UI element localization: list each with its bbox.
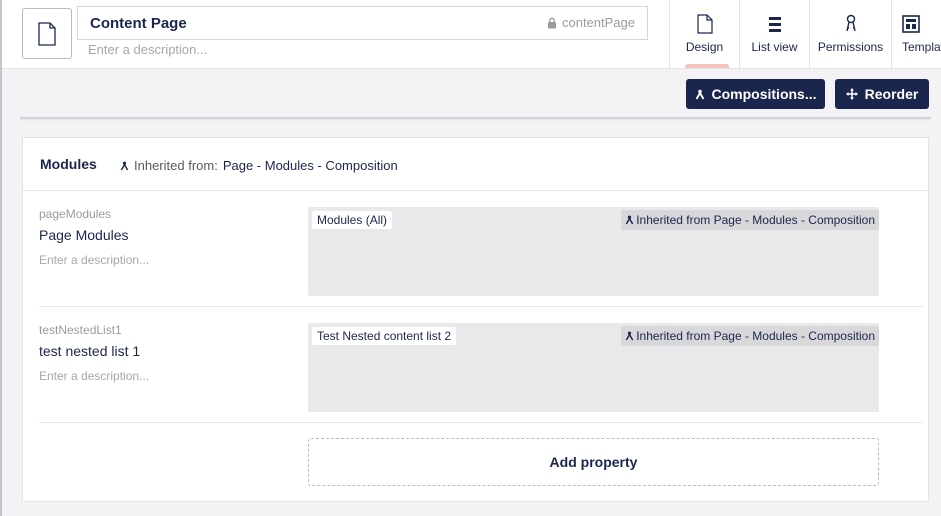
tab-list-view-label: List view: [751, 40, 798, 54]
add-property-button[interactable]: Add property: [308, 438, 879, 486]
editor-name-tag: Modules (All): [312, 211, 393, 229]
composition-icon: [695, 89, 704, 99]
editor-name-tag: Test Nested content list 2: [312, 327, 457, 345]
inherited-badge-text: Inherited from Page - Modules - Composit…: [636, 329, 875, 343]
group-inherited-from: Inherited from: Page - Modules - Composi…: [120, 158, 398, 173]
reorder-button[interactable]: Reorder: [835, 79, 929, 109]
document-icon: [696, 13, 713, 35]
inherited-badge: Inherited from Page - Modules - Composit…: [621, 326, 879, 346]
document-type-icon-picker[interactable]: [22, 8, 72, 59]
property-row: pageModules Page Modules Enter a descrip…: [39, 191, 923, 307]
property-group: Modules Inherited from: Page - Modules -…: [22, 137, 929, 502]
inherited-badge-text: Inherited from Page - Modules - Composit…: [636, 213, 875, 227]
composition-icon: [120, 161, 129, 170]
move-icon: [845, 88, 858, 100]
compositions-button[interactable]: Compositions...: [686, 79, 825, 109]
reorder-button-label: Reorder: [864, 86, 919, 102]
composition-icon: [625, 215, 634, 225]
composition-icon: [625, 331, 634, 341]
property-description-input[interactable]: Enter a description...: [39, 369, 149, 383]
document-type-name-input[interactable]: Content Page contentPage: [77, 6, 648, 40]
toolbar-divider: [20, 117, 931, 121]
property-description-input[interactable]: Enter a description...: [39, 253, 149, 267]
property-editor-preview[interactable]: Modules (All) Inherited from Page - Modu…: [308, 207, 879, 296]
property-editor-preview[interactable]: Test Nested content list 2 Inherited fro…: [308, 323, 879, 412]
document-icon: [38, 21, 56, 46]
inherited-label: Inherited from:: [134, 158, 218, 173]
property-name: test nested list 1: [39, 343, 141, 359]
lock-icon[interactable]: [547, 17, 557, 29]
tab-permissions[interactable]: Permissions: [809, 0, 891, 68]
tab-templates-label: Templat: [902, 40, 941, 54]
document-type-name: Content Page: [90, 15, 187, 32]
alias-field[interactable]: contentPage: [547, 15, 635, 30]
tab-design-label: Design: [685, 40, 724, 54]
group-header: Modules Inherited from: Page - Modules -…: [23, 138, 928, 191]
group-name: Modules: [40, 156, 97, 172]
document-type-description-input[interactable]: Enter a description...: [88, 42, 207, 57]
list-icon: [768, 13, 782, 35]
template-icon: [902, 13, 920, 35]
tab-design[interactable]: Design: [669, 0, 739, 68]
property-alias: pageModules: [39, 207, 112, 221]
property-row: testNestedList1 test nested list 1 Enter…: [39, 307, 923, 423]
tab-list-view[interactable]: List view: [739, 0, 809, 68]
alias-text: contentPage: [561, 15, 635, 30]
keys-icon: [843, 13, 859, 35]
property-alias: testNestedList1: [39, 323, 122, 337]
property-name: Page Modules: [39, 227, 129, 243]
compositions-button-label: Compositions...: [711, 86, 817, 102]
inherited-badge: Inherited from Page - Modules - Composit…: [621, 210, 879, 230]
inherited-source-link[interactable]: Page - Modules - Composition: [223, 158, 398, 173]
window-edge: [0, 0, 2, 516]
tab-templates[interactable]: Templat: [891, 0, 941, 68]
tab-permissions-label: Permissions: [817, 40, 884, 54]
editor-app-navigation: Design List view Permissions Templat: [669, 0, 941, 68]
editor-header: Content Page contentPage Enter a descrip…: [2, 0, 941, 69]
